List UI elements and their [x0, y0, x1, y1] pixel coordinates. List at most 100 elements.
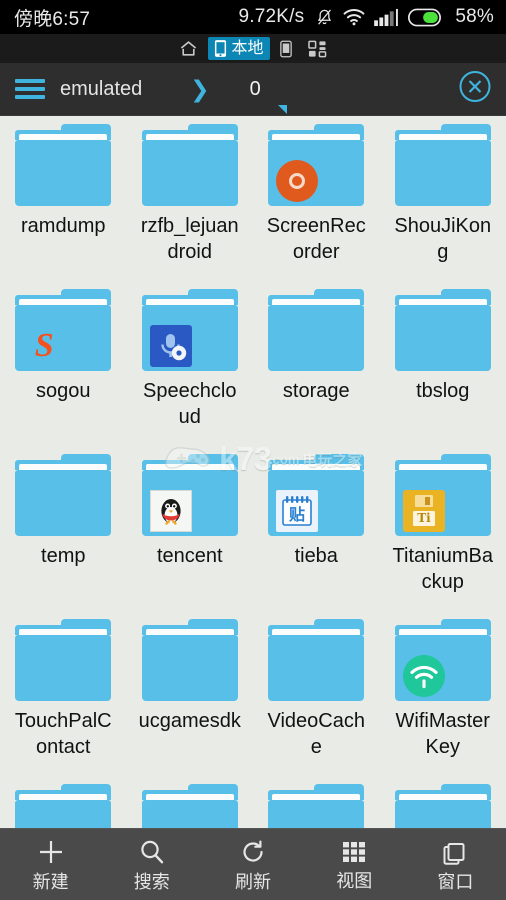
- battery-icon: [408, 8, 444, 27]
- file-item[interactable]: tbslog: [380, 281, 506, 446]
- file-item[interactable]: [0, 776, 127, 828]
- file-item[interactable]: TouchPalContact: [0, 611, 127, 776]
- toolbar-new-label: 新建: [32, 872, 69, 892]
- file-label: tencent: [156, 545, 223, 567]
- toolbar-window[interactable]: 窗口: [405, 838, 506, 891]
- svg-text:贴: 贴: [289, 505, 305, 524]
- mic-gear-icon: [149, 325, 192, 367]
- folder-icon: [141, 289, 238, 371]
- signal-icon: [374, 8, 399, 27]
- file-item[interactable]: [253, 776, 380, 828]
- toolbar-refresh-label: 刷新: [235, 872, 271, 892]
- phone-icon: [214, 39, 227, 58]
- sogou-icon: S: [34, 327, 54, 364]
- tab-local[interactable]: 本地: [208, 37, 270, 60]
- file-label: ShouJiKong: [394, 215, 492, 264]
- wifi-icon: [343, 8, 365, 26]
- grid-icon: [341, 839, 367, 865]
- file-item[interactable]: ShouJiKong: [380, 116, 506, 281]
- file-label: Speechcloud: [143, 380, 237, 429]
- file-item[interactable]: WifiMasterKey: [380, 611, 506, 776]
- folder-icon: [141, 454, 238, 536]
- folder-icon: [394, 784, 491, 828]
- dropdown-triangle-icon: [277, 104, 287, 114]
- battery-percent: 58%: [455, 6, 494, 27]
- file-label: storage: [282, 380, 350, 402]
- file-label: WifiMasterKey: [395, 710, 490, 759]
- file-item[interactable]: Ti TitaniumBackup: [380, 446, 506, 611]
- folder-icon: [141, 619, 238, 701]
- toolbar-view-label: 视图: [336, 871, 373, 891]
- floppy-ti-icon: Ti: [402, 490, 445, 532]
- path-bar: emulated ❯ 0: [0, 63, 506, 116]
- status-bar: 傍晚6:57 9.72K/s 58%: [0, 0, 506, 34]
- status-bar-left: 傍晚6:57: [14, 4, 90, 31]
- file-item[interactable]: rzfb_lejuandroid: [127, 116, 254, 281]
- toolbar-new[interactable]: 新建: [0, 838, 101, 891]
- tieba-icon: 贴: [276, 490, 319, 532]
- folder-icon: [268, 619, 365, 701]
- wifi-icon: [402, 655, 445, 697]
- tab-local-label: 本地: [231, 39, 264, 57]
- file-label: temp: [41, 545, 86, 567]
- file-item[interactable]: [127, 776, 254, 828]
- windows-icon: [441, 838, 469, 866]
- folder-icon: Ti: [394, 454, 491, 536]
- close-circle-icon[interactable]: [458, 70, 492, 109]
- tab-network[interactable]: [302, 38, 333, 60]
- toolbar-view[interactable]: 视图: [304, 839, 405, 890]
- folder-icon: [268, 124, 365, 206]
- bell-muted-icon: [315, 7, 334, 28]
- tab-device[interactable]: [274, 38, 298, 60]
- folder-icon: [268, 784, 365, 828]
- folder-icon: [268, 289, 365, 371]
- file-item[interactable]: ScreenRecorder: [253, 116, 380, 281]
- tab-home[interactable]: [173, 38, 204, 59]
- file-item[interactable]: storage: [253, 281, 380, 446]
- file-item[interactable]: Ssogou: [0, 281, 127, 446]
- phone-icon: [279, 40, 292, 58]
- folder-icon: [141, 784, 238, 828]
- file-item[interactable]: 贴 tieba: [253, 446, 380, 611]
- toolbar-refresh[interactable]: 刷新: [202, 838, 303, 891]
- refresh-icon: [239, 838, 267, 866]
- breadcrumb-current[interactable]: 0: [250, 78, 287, 114]
- lan-icon: [307, 40, 327, 58]
- folder-icon: [394, 124, 491, 206]
- folder-icon: [15, 784, 112, 828]
- file-label: ucgamesdk: [138, 710, 241, 732]
- file-label: rzfb_lejuandroid: [140, 215, 239, 264]
- file-item[interactable]: [380, 776, 506, 828]
- folder-icon: [394, 289, 491, 371]
- breadcrumb-separator: ❯: [190, 75, 210, 102]
- toolbar-window-label: 窗口: [437, 872, 474, 892]
- file-label: ramdump: [21, 215, 106, 237]
- toolbar-search-label: 搜索: [133, 872, 170, 892]
- toolbar-search[interactable]: 搜索: [101, 838, 202, 891]
- file-item[interactable]: VideoCache: [253, 611, 380, 776]
- folder-icon: [15, 124, 112, 206]
- search-icon: [138, 838, 166, 866]
- folder-icon: [15, 454, 112, 536]
- hamburger-icon[interactable]: [0, 79, 60, 99]
- file-item[interactable]: ucgamesdk: [127, 611, 254, 776]
- file-label: VideoCache: [267, 710, 365, 759]
- breadcrumb-emulated[interactable]: emulated: [60, 78, 142, 101]
- network-speed: 9.72K/s: [238, 6, 305, 27]
- folder-icon: [141, 124, 238, 206]
- bottom-toolbar: 新建 搜索 刷新 视图 窗口: [0, 828, 506, 900]
- status-time: 傍晚6:57: [14, 8, 91, 30]
- status-bar-right: 9.72K/s 58%: [239, 6, 494, 28]
- file-grid[interactable]: ramdump rzfb_lejuandroid ScreenRecorder Sho…: [0, 116, 506, 828]
- file-item[interactable]: ramdump: [0, 116, 127, 281]
- folder-icon: 贴: [268, 454, 365, 536]
- file-label: tbslog: [416, 380, 470, 402]
- file-manager-app: 傍晚6:57 9.72K/s 58% 本地 emulated ❯ 0 ramdu…: [0, 0, 506, 900]
- home-icon: [179, 40, 198, 57]
- file-item[interactable]: tencent: [127, 446, 254, 611]
- file-item[interactable]: Speechcloud: [127, 281, 254, 446]
- qq-penguin-icon: [149, 490, 192, 532]
- folder-icon: [15, 619, 112, 701]
- file-item[interactable]: temp: [0, 446, 127, 611]
- file-label: sogou: [36, 380, 91, 402]
